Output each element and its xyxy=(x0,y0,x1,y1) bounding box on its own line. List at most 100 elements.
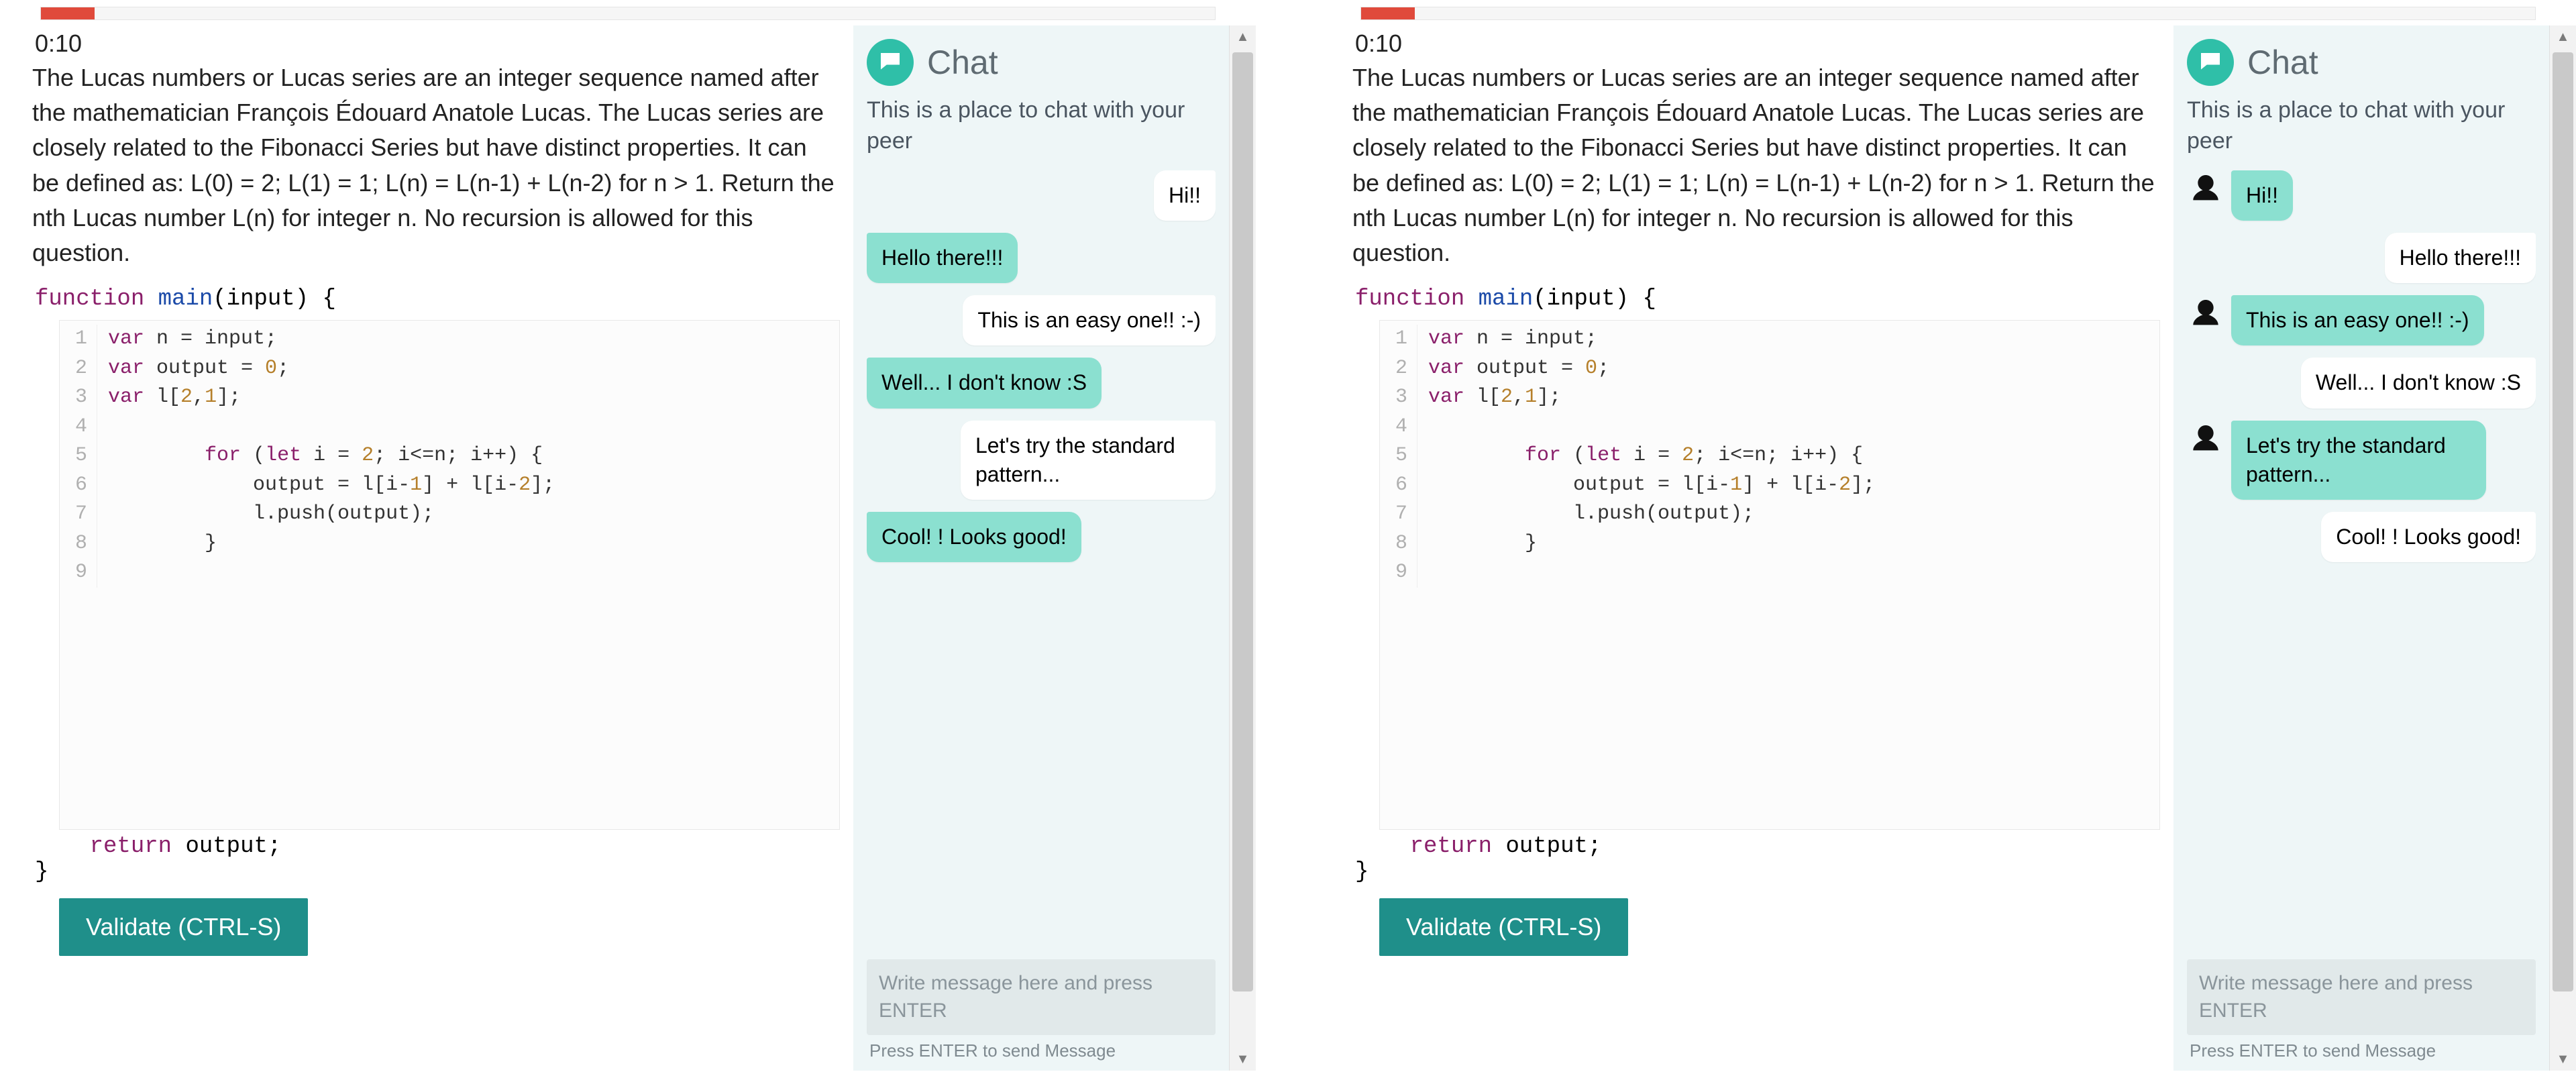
code-line[interactable]: 1var n = input; xyxy=(1380,325,2159,354)
line-number: 4 xyxy=(1380,413,1417,442)
code-text[interactable]: var l[2,1]; xyxy=(97,383,241,413)
code-line[interactable]: 3var l[2,1]; xyxy=(60,383,839,413)
chat-subtitle: This is a place to chat with your peer xyxy=(867,95,1216,157)
progress-fill xyxy=(41,7,95,19)
code-line[interactable]: 7 l.push(output); xyxy=(60,500,839,529)
validate-button[interactable]: Validate (CTRL-S) xyxy=(1379,898,1628,956)
code-text[interactable]: for (let i = 2; i<=n; i++) { xyxy=(97,441,543,471)
chat-message-peer: Hi!! xyxy=(867,170,1216,221)
chat-bubble: Well... I don't know :S xyxy=(2301,358,2536,408)
chat-message-peer: Hello there!!! xyxy=(2187,233,2536,283)
chat-bubble: Well... I don't know :S xyxy=(867,358,1102,408)
code-line[interactable]: 4 xyxy=(1380,413,2159,442)
code-text[interactable]: var n = input; xyxy=(1417,325,1597,354)
chat-bubble: Hello there!!! xyxy=(867,233,1018,283)
code-text[interactable] xyxy=(1417,413,1428,442)
code-line[interactable]: 3var l[2,1]; xyxy=(1380,383,2159,413)
code-line[interactable]: 6 output = l[i-1] + l[i-2]; xyxy=(60,471,839,500)
code-line[interactable]: 8 } xyxy=(60,529,839,559)
code-line[interactable]: 9 xyxy=(60,558,839,588)
progress-bar xyxy=(40,7,1216,20)
code-text[interactable] xyxy=(97,413,108,442)
validate-button[interactable]: Validate (CTRL-S) xyxy=(59,898,308,956)
code-line[interactable]: 8 } xyxy=(1380,529,2159,559)
chat-bubble: This is an easy one!! :-) xyxy=(2231,295,2484,345)
chat-message-mine: Let's try the standard pattern... xyxy=(2187,421,2536,500)
chat-message-peer: Let's try the standard pattern... xyxy=(867,421,1216,500)
code-text[interactable] xyxy=(97,558,108,588)
main-row: 0:10 The Lucas numbers or Lucas series a… xyxy=(1320,20,2576,1076)
line-number: 2 xyxy=(1380,354,1417,384)
line-number: 1 xyxy=(1380,325,1417,354)
code-text[interactable]: var output = 0; xyxy=(1417,354,1609,384)
timer: 0:10 xyxy=(35,30,840,58)
vertical-scrollbar[interactable]: ▲ ▼ xyxy=(1229,25,1256,1071)
scroll-up-icon[interactable]: ▲ xyxy=(1230,25,1256,48)
avatar-icon xyxy=(2187,421,2224,458)
code-text[interactable]: var output = 0; xyxy=(97,354,289,384)
progress-fill xyxy=(1361,7,1415,19)
chat-panel: Chat This is a place to chat with your p… xyxy=(853,25,1229,1071)
code-line[interactable]: 7 l.push(output); xyxy=(1380,500,2159,529)
code-line[interactable]: 2var output = 0; xyxy=(60,354,839,384)
chat-message-mine: Hello there!!! xyxy=(867,233,1216,283)
chat-message-mine: This is an easy one!! :-) xyxy=(2187,295,2536,345)
chat-messages: Hi!!Hello there!!!This is an easy one!! … xyxy=(2187,170,2536,950)
code-editor[interactable]: 1var n = input;2var output = 0;3var l[2,… xyxy=(59,320,840,830)
chat-message-mine: Cool! ! Looks good! xyxy=(867,512,1216,562)
line-number: 4 xyxy=(60,413,97,442)
scroll-up-icon[interactable]: ▲ xyxy=(2550,25,2576,48)
chat-bubble: Cool! ! Looks good! xyxy=(867,512,1081,562)
chat-header: Chat xyxy=(867,39,1216,86)
code-line[interactable]: 2var output = 0; xyxy=(1380,354,2159,384)
line-number: 5 xyxy=(1380,441,1417,471)
scroll-thumb[interactable] xyxy=(2553,52,2573,991)
code-line[interactable]: 4 xyxy=(60,413,839,442)
line-number: 7 xyxy=(1380,500,1417,529)
function-return-line: return output; xyxy=(35,834,840,859)
code-line[interactable]: 5 for (let i = 2; i<=n; i++) { xyxy=(1380,441,2159,471)
chat-icon xyxy=(2187,39,2234,86)
left-column: 0:10 The Lucas numbers or Lucas series a… xyxy=(1352,25,2174,1071)
code-text[interactable]: l.push(output); xyxy=(97,500,434,529)
function-signature-open: function main(input) { xyxy=(35,286,840,312)
problem-prompt: The Lucas numbers or Lucas series are an… xyxy=(32,60,840,270)
code-text[interactable]: } xyxy=(1417,529,1537,559)
line-number: 6 xyxy=(1380,471,1417,500)
problem-prompt: The Lucas numbers or Lucas series are an… xyxy=(1352,60,2160,270)
code-line[interactable]: 1var n = input; xyxy=(60,325,839,354)
function-signature-open: function main(input) { xyxy=(1355,286,2160,312)
app-instance-a: 0:10 The Lucas numbers or Lucas series a… xyxy=(0,0,1256,1076)
code-text[interactable] xyxy=(1417,558,1428,588)
vertical-scrollbar[interactable]: ▲ ▼ xyxy=(2549,25,2576,1071)
chat-message-mine: Well... I don't know :S xyxy=(867,358,1216,408)
code-text[interactable]: output = l[i-1] + l[i-2]; xyxy=(1417,471,1875,500)
code-text[interactable]: for (let i = 2; i<=n; i++) { xyxy=(1417,441,1863,471)
code-text[interactable]: output = l[i-1] + l[i-2]; xyxy=(97,471,555,500)
code-text[interactable]: var n = input; xyxy=(97,325,277,354)
code-text[interactable]: var l[2,1]; xyxy=(1417,383,1561,413)
chat-title: Chat xyxy=(927,43,998,82)
line-number: 3 xyxy=(60,383,97,413)
code-editor[interactable]: 1var n = input;2var output = 0;3var l[2,… xyxy=(1379,320,2160,830)
line-number: 1 xyxy=(60,325,97,354)
chat-bubble: Let's try the standard pattern... xyxy=(961,421,1216,500)
code-line[interactable]: 9 xyxy=(1380,558,2159,588)
code-text[interactable]: } xyxy=(97,529,217,559)
scroll-thumb[interactable] xyxy=(1232,52,1253,991)
chat-bubble: Cool! ! Looks good! xyxy=(2321,512,2536,562)
scroll-down-icon[interactable]: ▼ xyxy=(1230,1048,1256,1071)
app-instance-b: 0:10 The Lucas numbers or Lucas series a… xyxy=(1320,0,2576,1076)
line-number: 5 xyxy=(60,441,97,471)
line-number: 3 xyxy=(1380,383,1417,413)
chat-input[interactable]: Write message here and press ENTER xyxy=(2187,959,2536,1035)
left-column: 0:10 The Lucas numbers or Lucas series a… xyxy=(32,25,853,1071)
chat-messages: Hi!! Hello there!!! This is an easy one!! … xyxy=(867,170,1216,950)
scroll-down-icon[interactable]: ▼ xyxy=(2550,1048,2576,1071)
code-line[interactable]: 5 for (let i = 2; i<=n; i++) { xyxy=(60,441,839,471)
code-line[interactable]: 6 output = l[i-1] + l[i-2]; xyxy=(1380,471,2159,500)
chat-message-peer: This is an easy one!! :-) xyxy=(867,295,1216,345)
code-text[interactable]: l.push(output); xyxy=(1417,500,1754,529)
chat-input[interactable]: Write message here and press ENTER xyxy=(867,959,1216,1035)
chat-panel: Chat This is a place to chat with your p… xyxy=(2174,25,2549,1071)
